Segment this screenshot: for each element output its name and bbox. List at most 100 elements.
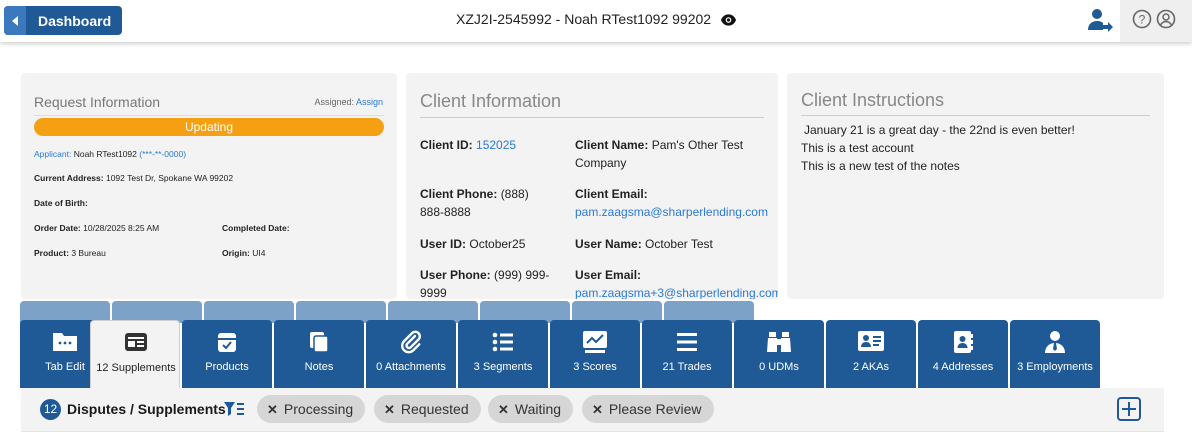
origin-label: Origin: (222, 248, 250, 258)
divider (34, 115, 384, 116)
dob-row: Date of Birth: (34, 198, 88, 208)
request-info-title: Request Information (34, 94, 161, 110)
client-name-row: Client Name: Pam's Other Test Company (575, 136, 743, 172)
divider (420, 117, 764, 118)
employee-icon (1045, 331, 1065, 353)
supplements-icon (125, 333, 147, 351)
binoculars-icon (767, 332, 791, 352)
tab-label: 3 Employments (1017, 361, 1093, 373)
filter-chip-processing[interactable]: ✕ Processing (257, 395, 366, 423)
tab-attachments[interactable]: 0 Attachments (366, 320, 456, 388)
count-badge: 12 (40, 399, 61, 420)
client-phone-cont: 888-8888 (420, 205, 471, 219)
notes-icon (310, 332, 329, 353)
dob-label: Date of Birth: (34, 198, 88, 208)
tab-employments[interactable]: 3 Employments (1010, 320, 1100, 388)
user-name-label: User Name: (575, 237, 642, 251)
tab-label: 21 Trades (662, 361, 712, 373)
tab-label: 3 Segments (473, 361, 533, 373)
add-button[interactable] (1117, 397, 1141, 421)
client-phone-label: Client Phone: (420, 187, 498, 201)
trades-icon (677, 333, 697, 351)
client-name-label: Client Name: (575, 138, 649, 152)
close-icon[interactable]: ✕ (498, 402, 509, 417)
user-phone: (999) 999- (494, 268, 550, 282)
user-name-row: User Name: October Test (575, 235, 713, 253)
page-title: XZJ2I-2545992 - Noah RTest1092 99202 (456, 11, 712, 27)
client-email-label: Client Email: (575, 187, 648, 201)
client-id-label: Client ID: (420, 138, 473, 152)
user-share-icon[interactable] (1088, 8, 1114, 32)
tab-label: 12 Supplements (96, 362, 176, 374)
scores-icon (583, 331, 607, 353)
tab-udms[interactable]: 0 UDMs (734, 320, 824, 388)
close-icon[interactable]: ✕ (592, 402, 603, 417)
filter-icon[interactable] (224, 401, 244, 417)
tab-label: Products (205, 361, 249, 373)
tab-scores[interactable]: 3 Scores (550, 320, 640, 388)
tab-products[interactable]: Products (182, 320, 272, 388)
id-card-icon (858, 331, 884, 351)
user-email[interactable]: pam.zaagsma+3@sharperlending.com (575, 284, 778, 299)
completed-date-label: Completed Date: (222, 223, 290, 233)
tab-segments[interactable]: 3 Segments (458, 320, 548, 388)
products-icon (218, 333, 236, 352)
instruction-line: January 21 is a great day - the 22nd is … (804, 123, 1075, 137)
tab-label: 3 Scores (573, 361, 617, 373)
filter-chip-requested[interactable]: ✕ Requested (374, 395, 481, 423)
tab-label: 2 AKAs (852, 361, 890, 373)
top-bar: Dashboard XZJ2I-2545992 - Noah RTest1092… (0, 0, 1192, 42)
client-email[interactable]: pam.zaagsma@sharperlending.com (575, 203, 768, 221)
applicant-ssn[interactable]: (***-**-0000) (139, 149, 186, 159)
client-email-row: Client Email: pam.zaagsma@sharperlending… (575, 185, 768, 221)
divider (801, 115, 1150, 116)
help-icon[interactable]: ? (1132, 9, 1152, 29)
user-phone-cont: 9999 (420, 286, 447, 299)
user-phone-label: User Phone: (420, 268, 491, 282)
client-name: Pam's Other Test (651, 138, 744, 152)
folder-icon (53, 333, 77, 351)
assigned-label: Assigned: (314, 97, 354, 107)
chip-label: Requested (400, 401, 469, 417)
current-address-row: Current Address: 1092 Test Dr, Spokane W… (34, 173, 233, 183)
filter-chip-please-review[interactable]: ✕ Please Review (582, 395, 714, 423)
client-name-cont: Company (575, 156, 627, 170)
origin: UI4 (252, 248, 266, 258)
assigned-row: Assigned: Assign (314, 97, 383, 107)
plus-icon (1122, 402, 1136, 416)
client-id[interactable]: 152025 (476, 138, 516, 152)
tab-akas[interactable]: 2 AKAs (826, 320, 916, 388)
section-title: Disputes / Supplements (67, 401, 226, 417)
completed-date-row: Completed Date: (222, 223, 290, 233)
user-id-label: User ID: (420, 237, 467, 251)
user-email-row: User Email: pam.zaagsma+3@sharperlending… (575, 266, 778, 299)
chip-label: Processing (283, 401, 354, 417)
account-icon[interactable] (1156, 9, 1176, 29)
assign-link[interactable]: Assign (356, 97, 383, 107)
user-phone-row: User Phone: (999) 999- 9999 (420, 266, 549, 299)
applicant-name: Noah RTest1092 (73, 149, 137, 159)
instruction-line: This is a test account (801, 141, 914, 155)
close-icon[interactable]: ✕ (267, 402, 278, 417)
tab-supplements[interactable]: 12 Supplements (90, 320, 180, 388)
disputes-filter-bar: 12 Disputes / Supplements ✕ Processing ✕ R… (21, 388, 1164, 432)
tab-addresses[interactable]: 4 Addresses (918, 320, 1008, 388)
client-instructions-title: Client Instructions (801, 90, 945, 110)
product-label: Product: (34, 248, 69, 258)
product: 3 Bureau (71, 248, 106, 258)
tab-notes[interactable]: Notes (274, 320, 364, 388)
close-icon[interactable]: ✕ (384, 402, 395, 417)
client-information-card: Client Information Client ID: 152025 Cli… (406, 73, 778, 299)
applicant-label: Applicant: (34, 149, 72, 159)
instructions-text: January 21 is a great day - the 22nd is … (801, 121, 1075, 175)
order-date: 10/28/2025 8:25 AM (83, 223, 160, 233)
filter-chip-waiting[interactable]: ✕ Waiting (488, 395, 574, 423)
user-id: October25 (469, 237, 526, 251)
svg-text:?: ? (1139, 13, 1146, 27)
tab-trades[interactable]: 21 Trades (642, 320, 732, 388)
list-icon (492, 332, 513, 352)
eye-icon[interactable] (720, 14, 736, 26)
client-instructions-card: Client Instructions January 21 is a grea… (787, 73, 1164, 299)
user-email-label: User Email: (575, 268, 642, 282)
address-book-icon (954, 331, 973, 353)
